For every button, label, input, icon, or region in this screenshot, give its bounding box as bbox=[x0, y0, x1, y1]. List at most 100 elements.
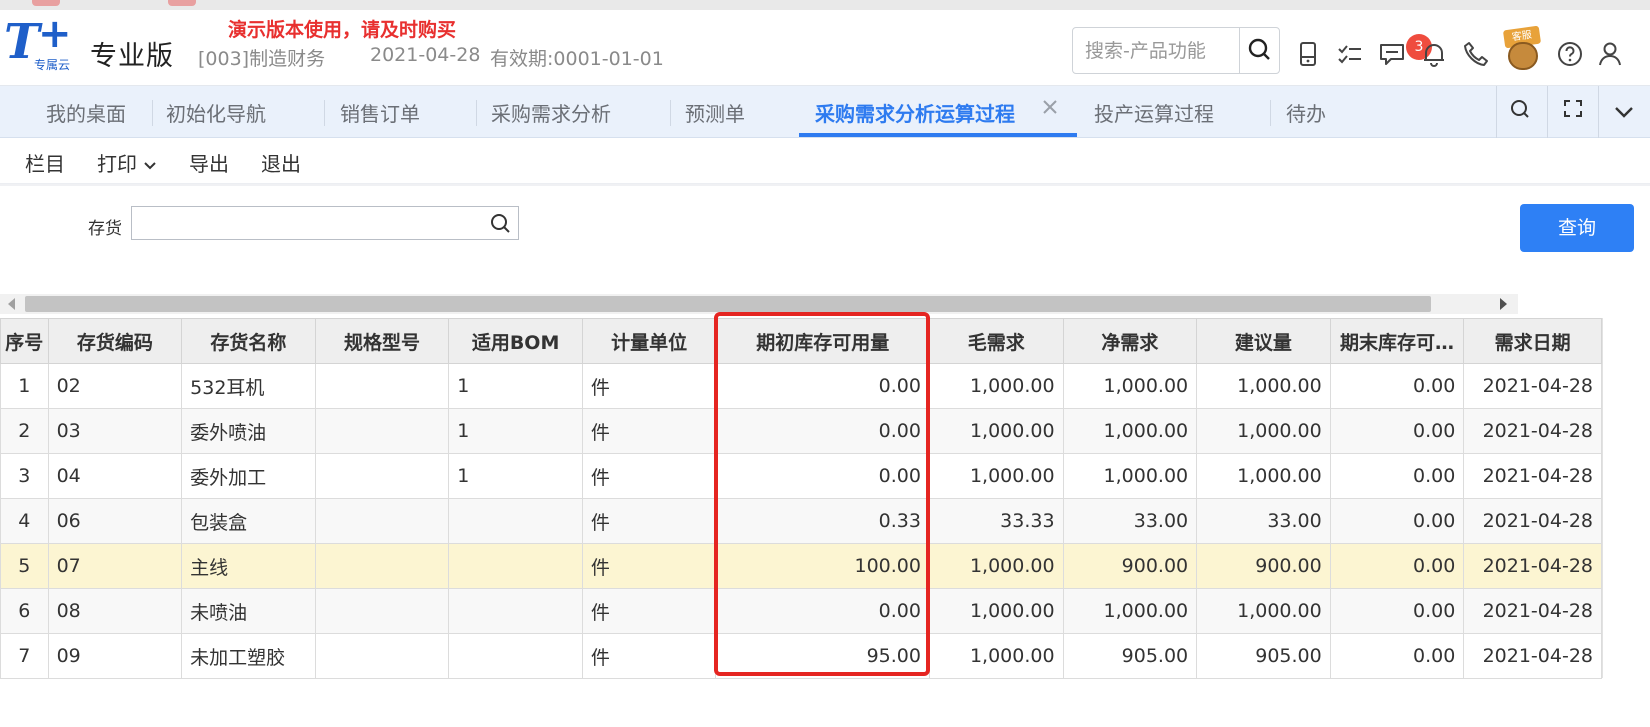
tab-purchase-analysis[interactable]: 采购需求分析 bbox=[491, 86, 611, 138]
column-header-demand-date[interactable]: 需求日期 bbox=[1463, 318, 1602, 364]
cell-net-demand: 1,000.00 bbox=[1062, 408, 1198, 454]
column-header-suggested-qty[interactable]: 建议量 bbox=[1196, 318, 1331, 364]
tab-separator bbox=[152, 100, 153, 126]
cell-seq: 7 bbox=[0, 633, 49, 679]
cell-opening-stock: 95.00 bbox=[715, 633, 930, 679]
table-row[interactable]: 2 03 委外喷油 1 件 0.00 1,000.00 1,000.00 1,0… bbox=[0, 408, 1602, 454]
chevron-down-icon bbox=[144, 161, 157, 169]
notification-button[interactable] bbox=[1420, 40, 1448, 68]
data-table: 序号 存货编码 存货名称 规格型号 适用BOM 计量单位 期初库存可用量 毛需求… bbox=[0, 318, 1602, 679]
cell-net-demand: 900.00 bbox=[1062, 543, 1198, 589]
tab-init-guide[interactable]: 初始化导航 bbox=[166, 86, 266, 138]
cell-demand-date: 2021-04-28 bbox=[1463, 588, 1602, 634]
exit-button[interactable]: 退出 bbox=[261, 148, 301, 177]
cell-closing-stock: 0.00 bbox=[1329, 498, 1465, 544]
column-header-net-demand[interactable]: 净需求 bbox=[1062, 318, 1198, 364]
tab-separator bbox=[1270, 100, 1271, 126]
cell-bom bbox=[448, 588, 583, 634]
calculator-icon bbox=[1300, 42, 1316, 66]
table-row[interactable]: 4 06 包装盒 件 0.33 33.33 33.00 33.00 0.00 2… bbox=[0, 498, 1602, 544]
column-header-seq[interactable]: 序号 bbox=[0, 318, 49, 364]
cell-spec bbox=[314, 543, 450, 589]
scroll-right-arrow[interactable] bbox=[1500, 298, 1507, 310]
cell-closing-stock: 0.00 bbox=[1329, 543, 1465, 589]
cell-spec bbox=[314, 498, 450, 544]
column-header-gross-demand[interactable]: 毛需求 bbox=[928, 318, 1064, 364]
column-header-name[interactable]: 存货名称 bbox=[181, 318, 316, 364]
tplus-logo[interactable]: T + 专属云 bbox=[4, 12, 86, 76]
query-button[interactable]: 查询 bbox=[1520, 204, 1634, 252]
cell-name: 未加工塑胶 bbox=[181, 633, 316, 679]
print-button[interactable]: 打印 bbox=[97, 148, 157, 177]
cell-suggested-qty: 33.00 bbox=[1196, 498, 1331, 544]
customer-service-button[interactable]: 客服 bbox=[1500, 24, 1546, 72]
bell-icon bbox=[1424, 44, 1444, 67]
cell-demand-date: 2021-04-28 bbox=[1463, 453, 1602, 499]
table-row[interactable]: 6 08 未喷油 件 0.00 1,000.00 1,000.00 1,000.… bbox=[0, 588, 1602, 634]
table-row[interactable]: 1 02 532耳机 1 件 0.00 1,000.00 1,000.00 1,… bbox=[0, 363, 1602, 409]
company-account[interactable]: [003]制造财务 bbox=[198, 44, 325, 71]
scrollbar-thumb[interactable] bbox=[25, 296, 1431, 312]
columns-button[interactable]: 栏目 bbox=[25, 148, 65, 177]
cell-unit: 件 bbox=[581, 588, 717, 634]
inventory-filter-input[interactable] bbox=[136, 211, 476, 235]
close-icon bbox=[1043, 100, 1057, 114]
search-icon bbox=[491, 214, 510, 233]
cell-closing-stock: 0.00 bbox=[1329, 453, 1465, 499]
inventory-filter bbox=[131, 206, 519, 240]
help-button[interactable] bbox=[1556, 40, 1584, 68]
calculator-button[interactable] bbox=[1294, 40, 1322, 68]
logo-cloud-text: 专属云 bbox=[34, 58, 71, 72]
tab-my-desktop[interactable]: 我的桌面 bbox=[46, 86, 126, 138]
column-header-closing-stock[interactable]: 期末库存可… bbox=[1329, 318, 1465, 364]
tab-list-dropdown[interactable] bbox=[1598, 86, 1648, 138]
cell-demand-date: 2021-04-28 bbox=[1463, 543, 1602, 589]
phone-button[interactable] bbox=[1462, 40, 1490, 68]
demo-notice[interactable]: 演示版本使用，请及时购买 bbox=[228, 15, 456, 42]
cell-suggested-qty: 905.00 bbox=[1196, 633, 1331, 679]
cell-code: 07 bbox=[47, 543, 183, 589]
message-button[interactable] bbox=[1378, 40, 1406, 68]
cell-unit: 件 bbox=[581, 498, 717, 544]
cell-bom: 1 bbox=[448, 363, 583, 409]
column-header-bom[interactable]: 适用BOM bbox=[448, 318, 583, 364]
column-header-spec[interactable]: 规格型号 bbox=[314, 318, 450, 364]
app-window: T + 专属云 专业版 演示版本使用，请及时购买 [003]制造财务 2021-… bbox=[0, 0, 1650, 727]
table-body: 1 02 532耳机 1 件 0.00 1,000.00 1,000.00 1,… bbox=[0, 363, 1602, 679]
fullscreen-button[interactable] bbox=[1547, 86, 1597, 138]
user-profile-button[interactable] bbox=[1596, 40, 1624, 68]
close-tab-button[interactable] bbox=[1040, 97, 1060, 123]
cell-gross-demand: 1,000.00 bbox=[928, 633, 1064, 679]
product-search-input[interactable] bbox=[1085, 37, 1235, 65]
cell-bom: 1 bbox=[448, 408, 583, 454]
table-row[interactable]: 7 09 未加工塑胶 件 95.00 1,000.00 905.00 905.0… bbox=[0, 633, 1602, 679]
product-search bbox=[1072, 27, 1280, 74]
tab-search-button[interactable] bbox=[1496, 86, 1546, 138]
task-checklist-button[interactable] bbox=[1336, 40, 1364, 68]
column-header-opening-stock[interactable]: 期初库存可用量 bbox=[715, 318, 930, 364]
inventory-lookup-button[interactable] bbox=[488, 211, 514, 237]
grid-right-gutter bbox=[1602, 318, 1650, 678]
cell-spec bbox=[314, 363, 450, 409]
column-header-code[interactable]: 存货编码 bbox=[47, 318, 183, 364]
cell-spec bbox=[314, 453, 450, 499]
cell-bom bbox=[448, 633, 583, 679]
cell-gross-demand: 1,000.00 bbox=[928, 453, 1064, 499]
table-row-selected[interactable]: 5 07 主线 件 100.00 1,000.00 900.00 900.00 … bbox=[0, 543, 1602, 589]
tab-production-process[interactable]: 投产运算过程 bbox=[1094, 86, 1214, 138]
help-icon bbox=[1558, 42, 1582, 66]
scroll-left-arrow[interactable] bbox=[8, 298, 15, 310]
tab-sales-order[interactable]: 销售订单 bbox=[340, 86, 420, 138]
mascot-icon bbox=[1508, 42, 1538, 70]
export-button[interactable]: 导出 bbox=[189, 148, 229, 177]
search-button[interactable] bbox=[1240, 28, 1280, 73]
active-tab-indicator bbox=[799, 133, 1077, 137]
tab-todo[interactable]: 待办 bbox=[1286, 86, 1326, 138]
horizontal-scrollbar[interactable] bbox=[0, 294, 1518, 314]
tab-forecast[interactable]: 预测单 bbox=[685, 86, 745, 138]
table-row[interactable]: 3 04 委外加工 1 件 0.00 1,000.00 1,000.00 1,0… bbox=[0, 453, 1602, 499]
cell-opening-stock: 0.33 bbox=[715, 498, 930, 544]
cell-demand-date: 2021-04-28 bbox=[1463, 363, 1602, 409]
tab-purchase-analysis-process[interactable]: 采购需求分析运算过程 bbox=[815, 86, 1015, 138]
column-header-unit[interactable]: 计量单位 bbox=[581, 318, 717, 364]
